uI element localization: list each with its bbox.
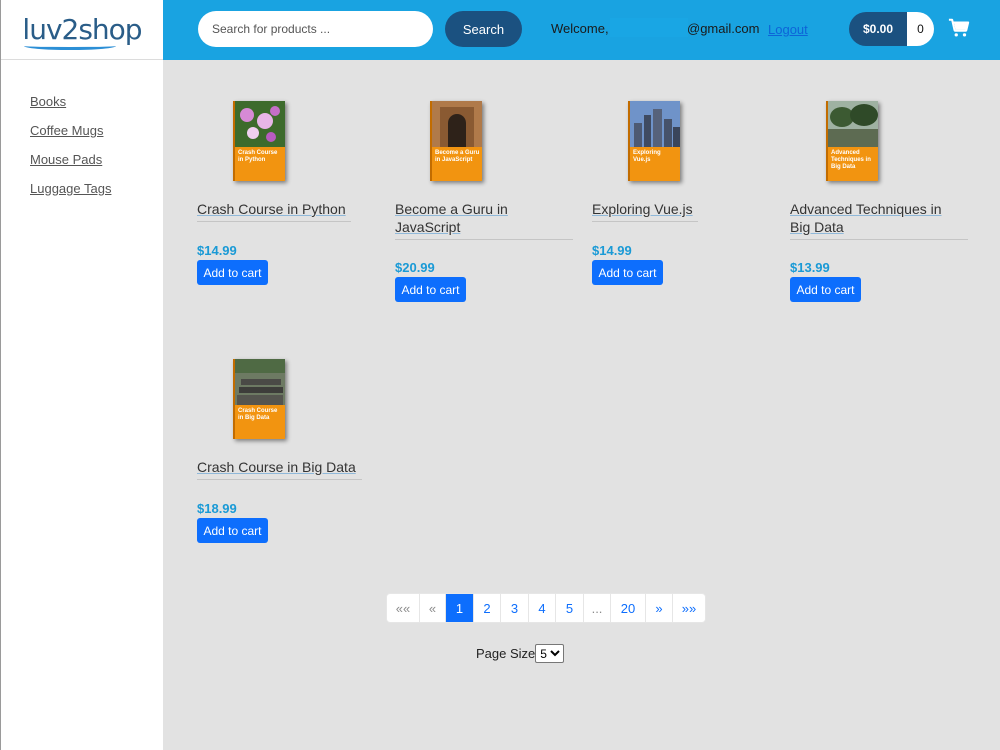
add-to-cart-button[interactable]: Add to cart (197, 518, 268, 543)
cover-title: Exploring Vue.js (633, 150, 661, 163)
search-button[interactable]: Search (445, 11, 522, 47)
page-5-button[interactable]: 5 (556, 594, 584, 622)
product-title-link[interactable]: Crash Course in Big Data (197, 458, 356, 476)
product-price: $18.99 (197, 501, 237, 516)
title-divider (197, 221, 351, 222)
cart-count-badge[interactable]: 0 (907, 12, 934, 46)
cover-photo-skyline (630, 101, 680, 147)
page-first-button[interactable]: «« (387, 594, 420, 622)
product-price: $13.99 (790, 260, 830, 275)
product-title-link[interactable]: Advanced Techniques in Big Data (790, 200, 965, 236)
title-divider (790, 239, 968, 240)
cart-icon[interactable] (948, 17, 970, 39)
page-size-control: Page Size 5 (476, 644, 565, 663)
title-divider (395, 239, 573, 240)
add-to-cart-button[interactable]: Add to cart (197, 260, 268, 285)
redacted-username (610, 18, 688, 37)
add-to-cart-button[interactable]: Add to cart (395, 277, 466, 302)
page-next-button[interactable]: » (646, 594, 673, 622)
title-divider (592, 221, 698, 222)
title-divider (197, 479, 362, 480)
cover-photo-trees (828, 101, 878, 147)
cover-title: Become a Guru in JavaScript (435, 150, 480, 163)
sidebar-item-books[interactable]: Books (30, 94, 163, 109)
page-20-button[interactable]: 20 (611, 594, 646, 622)
product-title-link[interactable]: Become a Guru in JavaScript (395, 200, 565, 236)
product-title-link[interactable]: Exploring Vue.js (592, 200, 693, 218)
page-size-select[interactable]: 5 (535, 644, 565, 663)
sidebar-item-coffee-mugs[interactable]: Coffee Mugs (30, 123, 163, 138)
product-price: $14.99 (197, 243, 237, 258)
page-ellipsis: ... (584, 594, 611, 622)
sidebar-item-mouse-pads[interactable]: Mouse Pads (30, 152, 163, 167)
product-title-link[interactable]: Crash Course in Python (197, 200, 346, 218)
pagination: «« « 1 2 3 4 5 ... 20 » »» (386, 593, 706, 623)
cover-photo-archway (432, 101, 482, 147)
cart-total-badge[interactable]: $0.00 (849, 12, 907, 46)
logo-swoosh (24, 42, 117, 50)
product-price: $14.99 (592, 243, 632, 258)
page-prev-button[interactable]: « (420, 594, 446, 622)
book-cover-image[interactable]: Crash Course in Big Data (233, 359, 285, 439)
welcome-text: Welcome, (551, 21, 609, 36)
cover-photo-orchids (235, 101, 285, 147)
book-cover-image[interactable]: Crash Course in Python (233, 101, 285, 181)
cover-title: Crash Course in Python (238, 150, 278, 163)
cover-title: Crash Course in Big Data (238, 408, 278, 421)
logout-link[interactable]: Logout (768, 22, 808, 37)
page-2-button[interactable]: 2 (474, 594, 501, 622)
book-cover-image[interactable]: Advanced Techniques in Big Data (826, 101, 878, 181)
brand-logo[interactable]: luv2shop (22, 13, 143, 50)
add-to-cart-button[interactable]: Add to cart (592, 260, 663, 285)
sidebar-item-luggage-tags[interactable]: Luggage Tags (30, 181, 163, 196)
page-1-button[interactable]: 1 (446, 594, 474, 622)
add-to-cart-button[interactable]: Add to cart (790, 277, 861, 302)
book-cover-image[interactable]: Become a Guru in JavaScript (430, 101, 482, 181)
search-input[interactable] (198, 11, 433, 47)
cover-photo-ruins (235, 359, 285, 405)
page-4-button[interactable]: 4 (529, 594, 556, 622)
product-price: $20.99 (395, 260, 435, 275)
email-domain-text: @gmail.com (687, 21, 760, 36)
page-size-label: Page Size (476, 646, 536, 661)
top-header: Search Welcome, @gmail.com Logout $0.00 … (163, 0, 1000, 60)
page-last-button[interactable]: »» (673, 594, 705, 622)
cover-title: Advanced Techniques in Big Data (831, 150, 871, 170)
logo-container: luv2shop (1, 0, 163, 60)
book-cover-image[interactable]: Exploring Vue.js (628, 101, 680, 181)
page-3-button[interactable]: 3 (501, 594, 529, 622)
sidebar: luv2shop Books Coffee Mugs Mouse Pads Lu… (0, 0, 163, 750)
category-nav: Books Coffee Mugs Mouse Pads Luggage Tag… (1, 60, 163, 196)
